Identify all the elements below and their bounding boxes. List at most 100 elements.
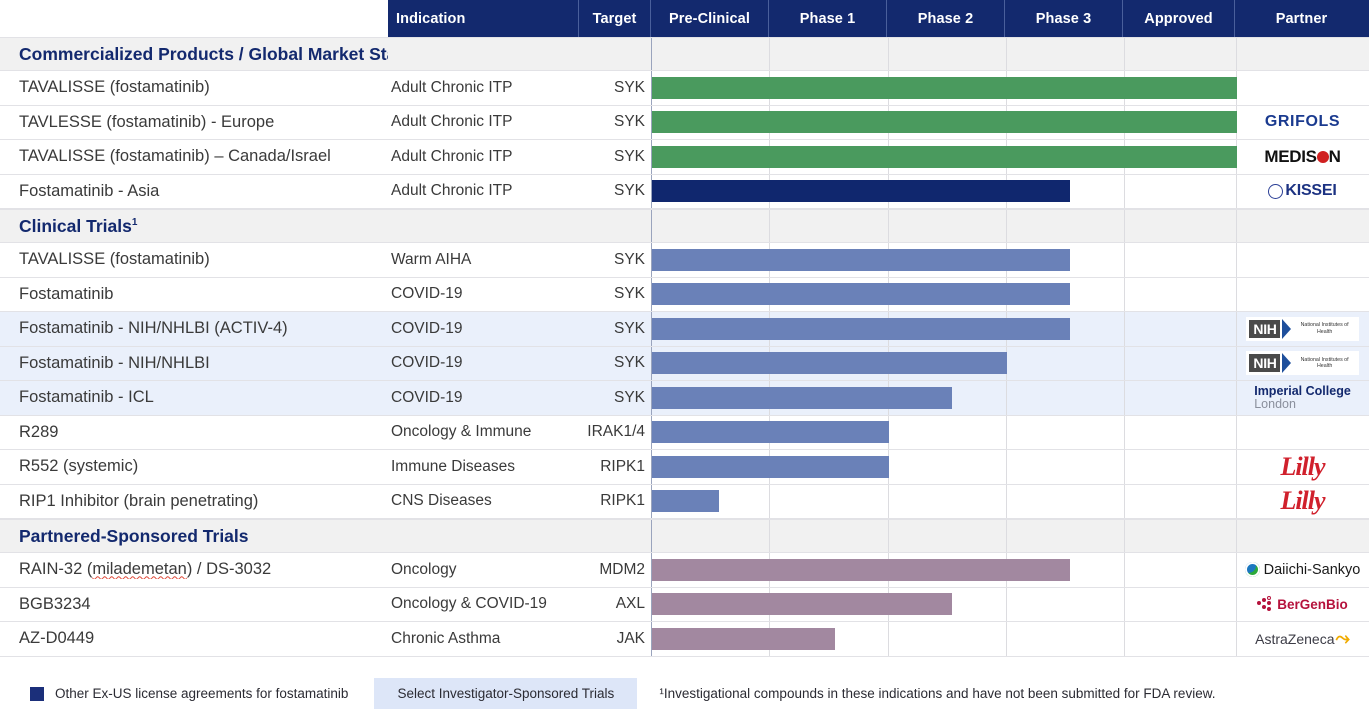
phase-progress-bar xyxy=(652,593,952,616)
phase-progress-bar xyxy=(652,283,1070,306)
kissei-logo: KISSEI xyxy=(1236,175,1369,209)
column-header-phase-3: Phase 3 xyxy=(1005,0,1123,37)
row-indication: COVID-19 xyxy=(391,354,463,372)
lilly-logo: Lilly xyxy=(1236,450,1369,484)
table-row: Fostamatinib - NIH/NHLBI (ACTIV-4) COVID-… xyxy=(0,312,1369,347)
lilly-logo-text: Lilly xyxy=(1280,486,1325,516)
table-row: Fostamatinib - ICL COVID-19 SYK Imperial Co… xyxy=(0,381,1369,416)
phase-gridline xyxy=(888,484,889,518)
nih-chevron-icon xyxy=(1281,353,1291,374)
table-row: TAVALISSE (fostamatinib) – Canada/Israel… xyxy=(0,140,1369,175)
partner-empty xyxy=(1236,243,1369,277)
row-phase-track xyxy=(651,140,1237,174)
row-phase-track xyxy=(651,38,1237,70)
table-header: Indication Target Pre-Clinical Phase 1 P… xyxy=(388,0,1369,37)
footnote-marker: 1 xyxy=(131,216,138,228)
daiichi-sankyo-logo: Daiichi-Sankyo xyxy=(1236,553,1369,587)
phase-gridline xyxy=(651,38,652,70)
row-program-name: RIP1 Inhibitor (brain penetrating) xyxy=(19,491,259,510)
phase-gridline xyxy=(1236,587,1237,621)
pipeline-chart: Indication Target Pre-Clinical Phase 1 P… xyxy=(0,0,1369,727)
phase-gridline xyxy=(1236,520,1237,552)
phase-gridline xyxy=(1124,622,1125,656)
phase-progress-bar xyxy=(652,421,889,444)
legend-swatch-ex-us xyxy=(30,686,44,701)
nih-logo-box: NIH xyxy=(1249,319,1280,338)
phase-gridline xyxy=(1236,174,1237,208)
phase-gridline xyxy=(1236,553,1237,587)
phase-gridline xyxy=(1236,484,1237,518)
phase-gridline xyxy=(1124,174,1125,208)
chart-footer: Other Ex-US license agreements for fosta… xyxy=(0,660,1369,727)
nih-logo-box: NIH xyxy=(1249,354,1280,373)
phase-progress-bar xyxy=(652,455,889,478)
phase-gridline xyxy=(1124,415,1125,449)
row-program-name: Fostamatinib xyxy=(19,284,114,303)
kissei-logo-text: KISSEI xyxy=(1285,182,1337,200)
imperial-logo-line2: London xyxy=(1254,396,1296,411)
row-phase-track xyxy=(651,71,1237,105)
row-indication: Adult Chronic ITP xyxy=(391,147,513,165)
phase-gridline xyxy=(1006,415,1007,449)
kissei-mark-icon xyxy=(1268,183,1284,199)
row-program-name: TAVALISSE (fostamatinib) xyxy=(19,250,210,269)
astrazeneca-mark-icon: ⤳ xyxy=(1335,628,1350,649)
phase-progress-bar xyxy=(652,558,1070,581)
nih-logo: NIH National Institutes of Health xyxy=(1236,312,1369,346)
row-indication: COVID-19 xyxy=(391,319,463,337)
grifols-logo: GRIFOLS xyxy=(1236,106,1369,140)
column-header-pre-clinical: Pre-Clinical xyxy=(651,0,769,37)
table-row: TAVALISSE (fostamatinib) Adult Chronic IT… xyxy=(0,71,1369,106)
phase-gridline xyxy=(1006,484,1007,518)
phase-gridline xyxy=(1236,277,1237,311)
row-target: SYK xyxy=(613,113,645,131)
phase-gridline xyxy=(1124,381,1125,415)
phase-gridline xyxy=(1236,312,1237,346)
row-indication: COVID-19 xyxy=(391,285,463,303)
row-phase-track xyxy=(651,312,1237,346)
bergenbio-logo-text: BerGenBio xyxy=(1277,596,1348,612)
column-header-phase-2: Phase 2 xyxy=(887,0,1005,37)
phase-gridline xyxy=(1124,312,1125,346)
phase-progress-bar xyxy=(652,180,1070,203)
column-header-phase-1: Phase 1 xyxy=(769,0,887,37)
phase-gridline xyxy=(1124,587,1125,621)
phase-gridline xyxy=(769,210,770,242)
phase-gridline xyxy=(1236,346,1237,380)
row-target: IRAK1/4 xyxy=(587,423,645,441)
row-program-name: TAVLESSE (fostamatinib) - Europe xyxy=(19,112,275,131)
row-target: SYK xyxy=(613,388,645,406)
legend-chip-investigator-sponsored: Select Investigator-Sponsored Trials xyxy=(374,678,638,709)
phase-gridline xyxy=(1236,381,1237,415)
phase-progress-bar xyxy=(652,76,1237,99)
row-program-name: RAIN-32 (milademetan) / DS-3032 xyxy=(19,560,272,579)
table-row: Fostamatinib - NIH/NHLBI COVID-19 SYK NIH Na… xyxy=(0,346,1369,381)
phase-gridline xyxy=(1006,587,1007,621)
partner-empty xyxy=(1236,38,1369,70)
row-phase-track xyxy=(651,105,1237,139)
phase-progress-bar xyxy=(652,490,719,513)
row-phase-track xyxy=(651,587,1237,621)
phase-progress-bar xyxy=(652,317,1070,340)
row-phase-track xyxy=(651,553,1237,587)
row-program-name: AZ-D0449 xyxy=(19,629,95,648)
phase-gridline xyxy=(1124,210,1125,242)
row-indication: COVID-19 xyxy=(391,388,463,406)
phase-progress-bar xyxy=(652,111,1237,134)
phase-gridline xyxy=(1006,38,1007,70)
column-header-target: Target xyxy=(579,0,651,37)
phase-gridline xyxy=(888,210,889,242)
phase-gridline xyxy=(1124,346,1125,380)
astrazeneca-logo-text: AstraZeneca xyxy=(1255,630,1335,647)
phase-gridline xyxy=(1124,520,1125,552)
row-phase-track xyxy=(651,622,1237,656)
phase-gridline xyxy=(1006,450,1007,484)
row-program-name: Fostamatinib - Asia xyxy=(19,181,160,200)
section-title: Clinical Trials1 xyxy=(19,215,138,236)
row-indication: Adult Chronic ITP xyxy=(391,78,513,96)
medison-dot-icon xyxy=(1316,150,1329,163)
row-indication: Adult Chronic ITP xyxy=(391,113,513,131)
daiichi-logo-text: Daiichi-Sankyo xyxy=(1263,561,1361,578)
nih-chevron-icon xyxy=(1281,318,1291,339)
row-phase-track xyxy=(651,450,1237,484)
